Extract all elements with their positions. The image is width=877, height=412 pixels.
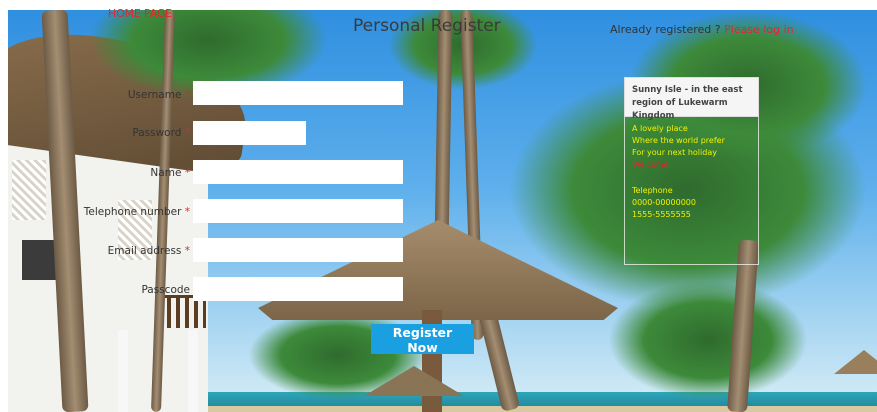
info-welcome: Welcome <box>632 160 669 169</box>
lattice-panel <box>12 160 46 220</box>
telephone-label-text: Telephone number <box>83 206 182 218</box>
name-label: Name * <box>150 167 190 179</box>
name-input[interactable] <box>193 160 403 184</box>
username-label: Username * <box>128 89 190 101</box>
building-window <box>22 240 58 280</box>
info-panel-header: Sunny Isle - in the east region of Lukew… <box>624 77 759 121</box>
info-line: A lovely place <box>632 124 688 133</box>
passcode-label: Passcode <box>141 284 190 296</box>
password-input[interactable] <box>193 121 306 145</box>
phone-number: 1555-5555555 <box>632 210 691 219</box>
password-label: Password * <box>132 127 190 139</box>
login-link[interactable]: Please log in <box>724 23 794 36</box>
telephone-label: Telephone number * <box>84 206 190 218</box>
email-input[interactable] <box>193 238 403 262</box>
page-title: Personal Register <box>353 16 501 36</box>
required-marker: * <box>184 206 190 218</box>
info-line: For your next holiday <box>632 148 717 157</box>
telephone-label: Telephone <box>632 186 673 195</box>
info-line: Where the world prefer <box>632 136 725 145</box>
register-now-button[interactable]: Register Now <box>371 324 474 355</box>
passcode-input[interactable] <box>193 277 403 301</box>
username-input[interactable] <box>193 81 403 105</box>
required-marker: * <box>184 245 190 257</box>
already-registered-text: Already registered ? <box>610 23 721 36</box>
email-label: Email address * <box>108 245 190 257</box>
password-label-text: Password <box>132 127 182 139</box>
building-column <box>118 330 128 412</box>
home-page-link[interactable]: HOME PAGE <box>108 7 172 20</box>
required-marker: * <box>184 167 190 179</box>
phone-number: 0000-00000000 <box>632 198 696 207</box>
username-label-text: Username <box>127 89 182 101</box>
email-label-text: Email address <box>107 245 182 257</box>
required-marker: * <box>184 89 190 101</box>
login-prompt: Already registered ? Please log in <box>610 23 794 36</box>
name-label-text: Name <box>150 167 182 179</box>
passcode-label-text: Passcode <box>141 284 190 296</box>
info-panel-body: A lovely place Where the world prefer Fo… <box>624 117 759 265</box>
required-marker: * <box>184 127 190 139</box>
small-hut-roof <box>834 350 877 374</box>
building-column <box>188 330 198 412</box>
palm-fronds <box>608 280 808 400</box>
telephone-input[interactable] <box>193 199 403 223</box>
